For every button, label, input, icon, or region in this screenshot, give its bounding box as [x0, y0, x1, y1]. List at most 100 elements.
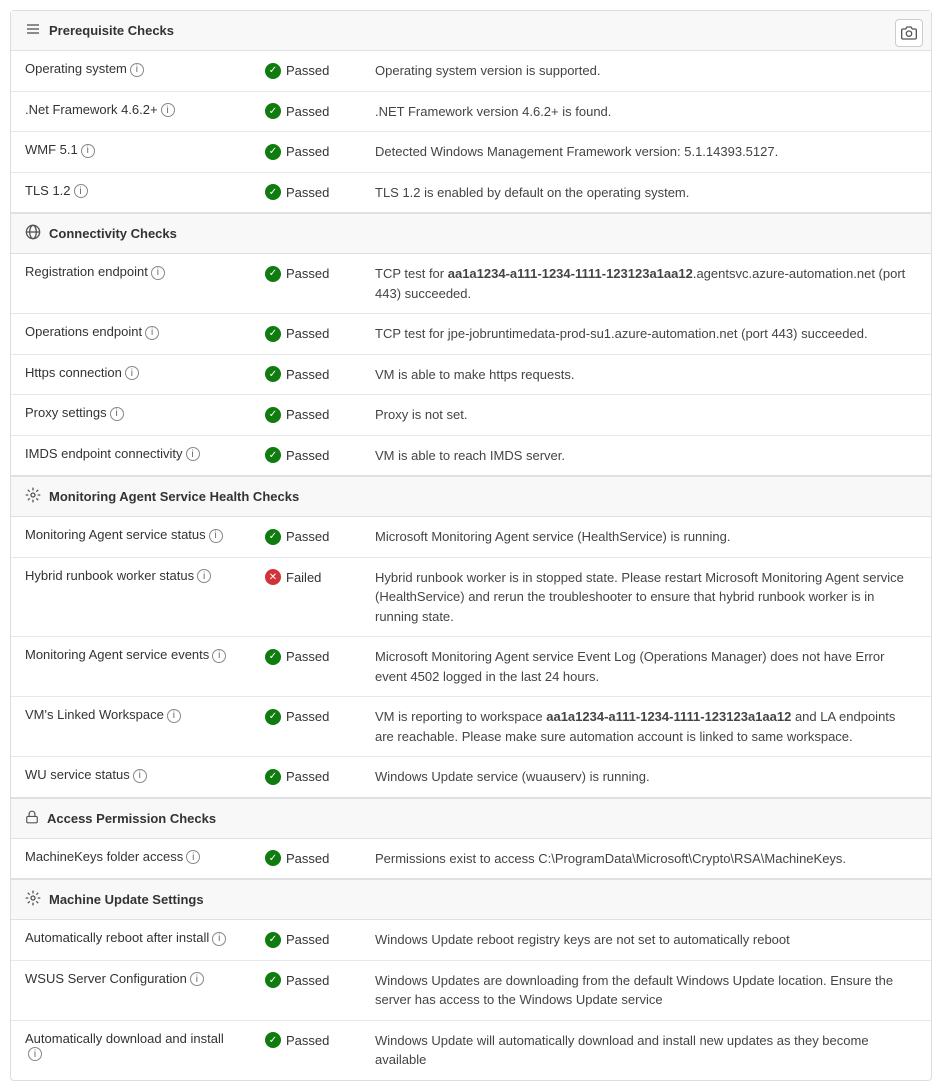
status-icon-passed: ✓	[265, 769, 281, 785]
table-row: Monitoring Agent service statusi ✓ Passe…	[11, 517, 931, 557]
status-badge: ✓ Passed	[265, 529, 329, 545]
info-icon[interactable]: i	[212, 932, 226, 946]
check-name: TLS 1.2i	[11, 172, 251, 212]
table-row: Proxy settingsi ✓ Passed Proxy is not se…	[11, 395, 931, 436]
section-connectivity: Connectivity Checks Registration endpoin…	[11, 212, 931, 475]
status-badge: ✕ Failed	[265, 569, 321, 585]
table-row: WSUS Server Configurationi ✓ Passed Wind…	[11, 960, 931, 1020]
section-access: Access Permission Checks MachineKeys fol…	[11, 797, 931, 879]
check-status: ✓ Passed	[251, 1020, 361, 1080]
check-description: Proxy is not set.	[361, 395, 931, 436]
status-badge: ✓ Passed	[265, 326, 329, 342]
check-description: TCP test for aa1a1234-a111-1234-1111-123…	[361, 254, 931, 314]
camera-button[interactable]	[895, 19, 923, 47]
section-title-connectivity: Connectivity Checks	[49, 226, 177, 241]
table-row: .Net Framework 4.6.2+i ✓ Passed .NET Fra…	[11, 91, 931, 132]
status-label: Passed	[286, 649, 329, 664]
check-name: Monitoring Agent service eventsi	[11, 637, 251, 697]
section-header-machine-update: Machine Update Settings	[11, 880, 931, 920]
check-status: ✓ Passed	[251, 314, 361, 355]
table-row: VM's Linked Workspacei ✓ Passed VM is re…	[11, 697, 931, 757]
status-icon-passed: ✓	[265, 103, 281, 119]
table-row: Https connectioni ✓ Passed VM is able to…	[11, 354, 931, 395]
status-badge: ✓ Passed	[265, 103, 329, 119]
table-row: MachineKeys folder accessi ✓ Passed Perm…	[11, 839, 931, 879]
info-icon[interactable]: i	[167, 709, 181, 723]
info-icon[interactable]: i	[74, 184, 88, 198]
status-badge: ✓ Passed	[265, 63, 329, 79]
info-icon[interactable]: i	[133, 769, 147, 783]
info-icon[interactable]: i	[130, 63, 144, 77]
status-icon-passed: ✓	[265, 266, 281, 282]
status-icon-passed: ✓	[265, 447, 281, 463]
section-prerequisite: Prerequisite Checks Operating systemi ✓ …	[11, 11, 931, 212]
status-icon-passed: ✓	[265, 932, 281, 948]
check-name: Operations endpointi	[11, 314, 251, 355]
check-description: VM is able to make https requests.	[361, 354, 931, 395]
status-icon-passed: ✓	[265, 649, 281, 665]
section-icon-connectivity	[25, 224, 41, 243]
info-icon[interactable]: i	[110, 407, 124, 421]
check-description: Detected Windows Management Framework ve…	[361, 132, 931, 173]
status-label: Passed	[286, 851, 329, 866]
info-icon[interactable]: i	[125, 366, 139, 380]
status-icon-passed: ✓	[265, 184, 281, 200]
status-label: Passed	[286, 529, 329, 544]
section-header-prerequisite: Prerequisite Checks	[11, 11, 931, 51]
status-label: Passed	[286, 185, 329, 200]
check-name: Operating systemi	[11, 51, 251, 91]
info-icon[interactable]: i	[190, 972, 204, 986]
status-icon-passed: ✓	[265, 366, 281, 382]
check-description: Operating system version is supported.	[361, 51, 931, 91]
info-icon[interactable]: i	[212, 649, 226, 663]
check-name: VM's Linked Workspacei	[11, 697, 251, 757]
info-icon[interactable]: i	[161, 103, 175, 117]
check-status: ✕ Failed	[251, 557, 361, 637]
status-label: Passed	[286, 407, 329, 422]
check-description: Windows Update will automatically downlo…	[361, 1020, 931, 1080]
status-badge: ✓ Passed	[265, 850, 329, 866]
info-icon[interactable]: i	[145, 326, 159, 340]
check-status: ✓ Passed	[251, 91, 361, 132]
table-row: Operations endpointi ✓ Passed TCP test f…	[11, 314, 931, 355]
status-label: Failed	[286, 570, 321, 585]
section-title-machine-update: Machine Update Settings	[49, 892, 204, 907]
check-description: .NET Framework version 4.6.2+ is found.	[361, 91, 931, 132]
status-label: Passed	[286, 144, 329, 159]
table-prerequisite: Operating systemi ✓ Passed Operating sys…	[11, 51, 931, 212]
info-icon[interactable]: i	[186, 850, 200, 864]
status-label: Passed	[286, 1033, 329, 1048]
check-status: ✓ Passed	[251, 960, 361, 1020]
check-status: ✓ Passed	[251, 132, 361, 173]
check-name: Automatically reboot after installi	[11, 920, 251, 960]
table-machine-update: Automatically reboot after installi ✓ Pa…	[11, 920, 931, 1080]
status-badge: ✓ Passed	[265, 144, 329, 160]
check-status: ✓ Passed	[251, 354, 361, 395]
status-icon-passed: ✓	[265, 972, 281, 988]
check-name: WU service statusi	[11, 757, 251, 797]
info-icon[interactable]: i	[28, 1047, 42, 1061]
status-icon-passed: ✓	[265, 529, 281, 545]
check-status: ✓ Passed	[251, 637, 361, 697]
info-icon[interactable]: i	[197, 569, 211, 583]
check-status: ✓ Passed	[251, 697, 361, 757]
info-icon[interactable]: i	[81, 144, 95, 158]
check-status: ✓ Passed	[251, 517, 361, 557]
check-description: VM is able to reach IMDS server.	[361, 435, 931, 475]
info-icon[interactable]: i	[186, 447, 200, 461]
table-row: Monitoring Agent service eventsi ✓ Passe…	[11, 637, 931, 697]
section-header-access: Access Permission Checks	[11, 799, 931, 839]
table-row: Hybrid runbook worker statusi ✕ Failed H…	[11, 557, 931, 637]
info-icon[interactable]: i	[209, 529, 223, 543]
sections-container: Prerequisite Checks Operating systemi ✓ …	[11, 11, 931, 1080]
check-status: ✓ Passed	[251, 395, 361, 436]
check-description: TLS 1.2 is enabled by default on the ope…	[361, 172, 931, 212]
check-name: IMDS endpoint connectivityi	[11, 435, 251, 475]
check-name: MachineKeys folder accessi	[11, 839, 251, 879]
status-label: Passed	[286, 769, 329, 784]
table-row: IMDS endpoint connectivityi ✓ Passed VM …	[11, 435, 931, 475]
info-icon[interactable]: i	[151, 266, 165, 280]
check-name: Https connectioni	[11, 354, 251, 395]
table-row: Automatically download and installi ✓ Pa…	[11, 1020, 931, 1080]
status-label: Passed	[286, 266, 329, 281]
